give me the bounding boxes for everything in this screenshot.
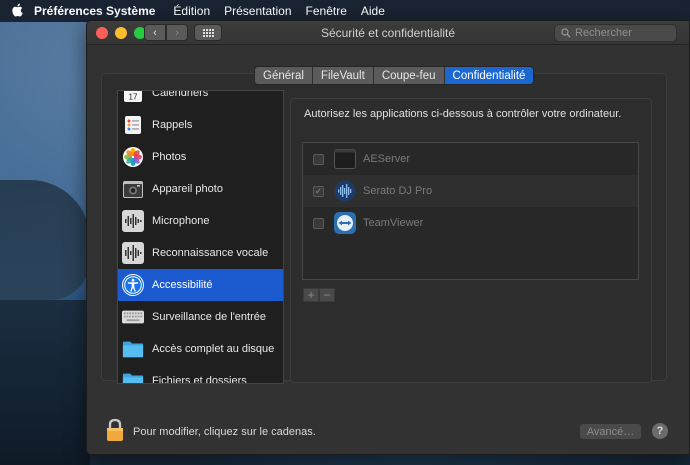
app-row-serato-dj-pro[interactable]: ✓ Serato DJ Pro bbox=[303, 175, 638, 207]
keyboard-icon bbox=[122, 306, 144, 328]
add-app-button[interactable]: + bbox=[303, 288, 319, 302]
app-row-aeserver[interactable]: AEServer bbox=[303, 143, 638, 175]
add-remove-controls: + − bbox=[303, 288, 335, 302]
terminal-app-icon bbox=[334, 148, 356, 170]
sidebar-item-accessibility[interactable]: Accessibilité bbox=[118, 269, 283, 301]
preferences-window: ‹ › Sécurité et confidentialité Recherch… bbox=[86, 20, 690, 455]
sidebar-item-label: Accès complet au disque bbox=[152, 343, 275, 355]
sidebar-item-label: Reconnaissance vocale bbox=[152, 247, 269, 259]
search-field[interactable]: Rechercher bbox=[554, 24, 677, 42]
sidebar-item-calendars[interactable]: 17 Calendriers bbox=[118, 90, 283, 109]
photos-icon bbox=[122, 146, 144, 168]
sidebar-item-microphone[interactable]: Microphone bbox=[118, 205, 283, 237]
sidebar-item-label: Rappels bbox=[152, 119, 193, 131]
menu-fenetre[interactable]: Fenêtre bbox=[306, 4, 347, 18]
app-checkbox-checked[interactable]: ✓ bbox=[313, 185, 324, 197]
app-name: AEServer bbox=[363, 153, 411, 165]
sidebar-item-camera[interactable]: Appareil photo bbox=[118, 173, 283, 205]
wallpaper-rock bbox=[0, 300, 90, 465]
app-row-teamviewer[interactable]: TeamViewer bbox=[303, 207, 638, 239]
tab-filevault[interactable]: FileVault bbox=[312, 67, 374, 84]
menu-app-name[interactable]: Préférences Système bbox=[34, 4, 155, 18]
title-bar: ‹ › Sécurité et confidentialité Recherch… bbox=[87, 21, 689, 45]
menu-bar: Préférences Système Édition Présentation… bbox=[0, 0, 690, 22]
sidebar-item-label: Photos bbox=[152, 151, 187, 163]
sidebar-item-full-disk-access[interactable]: Accès complet au disque bbox=[118, 333, 283, 365]
sidebar-item-label: Accessibilité bbox=[152, 279, 213, 291]
sidebar-item-input-monitoring[interactable]: Surveillance de l'entrée bbox=[118, 301, 283, 333]
menu-presentation[interactable]: Présentation bbox=[224, 4, 291, 18]
app-list[interactable]: AEServer ✓ Serato DJ Pro TeamViewer bbox=[302, 142, 639, 280]
lock-hint-text: Pour modifier, cliquez sur le cadenas. bbox=[133, 426, 316, 438]
permission-instruction: Autorisez les applications ci-dessous à … bbox=[304, 108, 622, 120]
menu-aide[interactable]: Aide bbox=[361, 4, 385, 18]
sidebar-item-label: Appareil photo bbox=[152, 183, 223, 195]
speech-recognition-icon bbox=[122, 242, 144, 264]
apple-menu-icon[interactable] bbox=[0, 3, 34, 20]
folder-icon bbox=[122, 338, 144, 360]
microphone-icon bbox=[122, 210, 144, 232]
sidebar-item-photos[interactable]: Photos bbox=[118, 141, 283, 173]
app-checkbox[interactable] bbox=[313, 153, 324, 165]
sidebar-item-reminders[interactable]: Rappels bbox=[118, 109, 283, 141]
camera-icon bbox=[122, 178, 144, 200]
app-name: TeamViewer bbox=[363, 217, 424, 229]
menu-edition[interactable]: Édition bbox=[173, 4, 210, 18]
checkmark-icon: ✓ bbox=[314, 185, 323, 196]
tab-privacy[interactable]: Confidentialité bbox=[444, 67, 534, 84]
sidebar-item-files-and-folders[interactable]: Fichiers et dossiers bbox=[118, 365, 283, 384]
calendar-icon: 17 bbox=[122, 91, 144, 104]
reminders-icon bbox=[122, 114, 144, 136]
tab-bar: Général FileVault Coupe-feu Confidential… bbox=[254, 66, 535, 85]
search-icon bbox=[561, 28, 571, 38]
app-name: Serato DJ Pro bbox=[363, 185, 433, 197]
tab-general[interactable]: Général bbox=[255, 67, 313, 84]
remove-app-button[interactable]: − bbox=[319, 288, 335, 302]
search-placeholder: Rechercher bbox=[575, 27, 632, 39]
privacy-category-list[interactable]: 17 Calendriers Rappels Photos Appareil p… bbox=[117, 90, 284, 384]
tab-firewall[interactable]: Coupe-feu bbox=[373, 67, 445, 84]
sidebar-item-label: Microphone bbox=[152, 215, 210, 227]
sidebar-item-speech-recognition[interactable]: Reconnaissance vocale bbox=[118, 237, 283, 269]
lock-icon[interactable] bbox=[105, 418, 125, 445]
accessibility-icon bbox=[122, 274, 144, 296]
teamviewer-icon bbox=[334, 212, 356, 234]
advanced-button[interactable]: Avancé… bbox=[579, 423, 642, 440]
app-checkbox[interactable] bbox=[313, 217, 324, 229]
serato-icon bbox=[334, 180, 356, 202]
sidebar-item-label: Surveillance de l'entrée bbox=[152, 311, 267, 323]
sidebar-item-label: Calendriers bbox=[152, 90, 209, 99]
help-button[interactable]: ? bbox=[652, 423, 668, 439]
sidebar-item-label: Fichiers et dossiers bbox=[152, 375, 247, 384]
svg-text:17: 17 bbox=[129, 93, 138, 102]
folder-icon bbox=[122, 370, 144, 383]
